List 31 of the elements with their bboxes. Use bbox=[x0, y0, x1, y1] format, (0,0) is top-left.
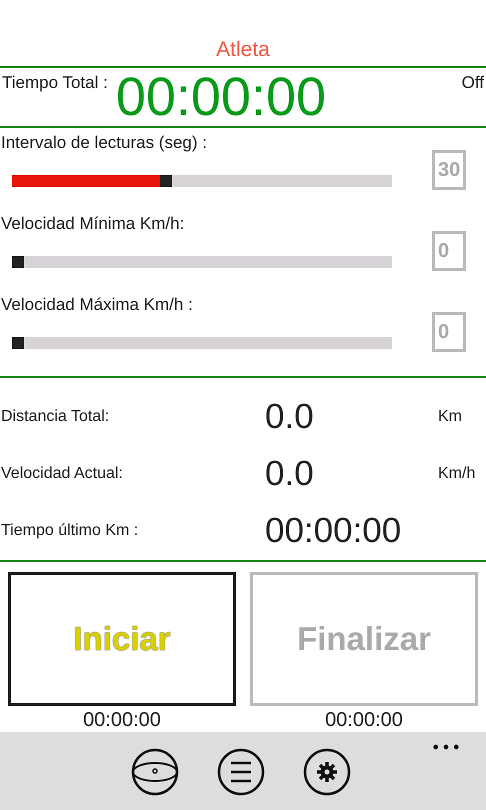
timer-label: Tiempo Total : bbox=[2, 73, 108, 93]
menu-icon[interactable] bbox=[216, 748, 264, 796]
timer-value: 00:00:00 bbox=[116, 68, 326, 126]
stat-unit: Km bbox=[438, 408, 462, 426]
stat-label: Distancia Total: bbox=[0, 408, 110, 426]
slider-label: Velocidad Mínima Km/h: bbox=[1, 214, 186, 234]
value-field[interactable]: 0 bbox=[432, 312, 466, 352]
slider[interactable] bbox=[12, 256, 392, 268]
page-title: Atleta bbox=[215, 38, 271, 63]
slider-thumb[interactable] bbox=[160, 175, 172, 187]
elapsed-time: 00:00:00 bbox=[83, 709, 161, 732]
stat-label: Velocidad Actual: bbox=[0, 464, 124, 483]
slider-label: Intervalo de lecturas (seg) : bbox=[1, 133, 208, 153]
slider[interactable] bbox=[12, 175, 392, 187]
eye-icon[interactable] bbox=[130, 748, 178, 796]
slider-thumb[interactable] bbox=[12, 337, 24, 349]
stat-unit: Km/h bbox=[438, 464, 476, 483]
action-button[interactable]: Iniciar bbox=[8, 572, 236, 706]
elapsed-time: 00:00:00 bbox=[325, 709, 403, 732]
slider-label: Velocidad Máxima Km/h : bbox=[1, 295, 194, 315]
stat-value: 00:00:00 bbox=[265, 511, 402, 552]
slider-thumb[interactable] bbox=[12, 256, 24, 268]
more-icon[interactable] bbox=[432, 743, 460, 751]
value-field[interactable]: 30 bbox=[432, 150, 466, 190]
slider[interactable] bbox=[12, 337, 392, 349]
stat-value: 0.0 bbox=[265, 454, 314, 494]
stat-label: Tiempo último Km : bbox=[0, 522, 140, 540]
value-field[interactable]: 0 bbox=[432, 231, 466, 271]
stat-value: 0.0 bbox=[265, 396, 314, 437]
timer-status: Off bbox=[462, 73, 484, 93]
settings-icon[interactable] bbox=[302, 748, 350, 796]
